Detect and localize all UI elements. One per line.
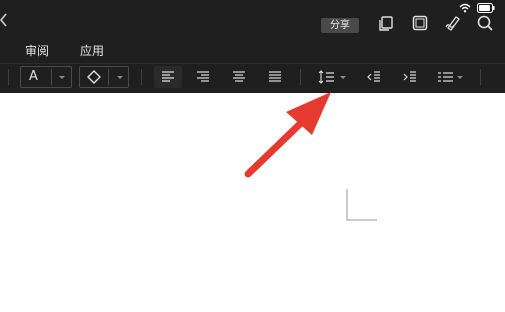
- line-spacing-icon: [318, 70, 334, 84]
- fill-color-dropdown[interactable]: [79, 66, 129, 88]
- align-left-icon[interactable]: [160, 66, 176, 88]
- decrease-indent-icon[interactable]: [366, 66, 382, 88]
- chevron-down-icon: [117, 76, 123, 79]
- justify-icon[interactable]: [267, 66, 283, 88]
- frame-icon[interactable]: [411, 14, 429, 32]
- back-chevron-icon[interactable]: [0, 12, 8, 28]
- toolbar-separator: [480, 69, 481, 85]
- toolbar-separator: [141, 69, 142, 85]
- align-right-icon[interactable]: [195, 66, 211, 88]
- font-color-dropdown[interactable]: A: [20, 66, 72, 88]
- dropdown-divider: [108, 69, 109, 85]
- list-style-dropdown[interactable]: [437, 66, 465, 88]
- top-toolbar: 分享 审阅 应用 A: [0, 0, 505, 93]
- page-corner-marker: [346, 189, 377, 221]
- battery-icon: [477, 3, 495, 13]
- increase-indent-icon[interactable]: [402, 66, 418, 88]
- search-icon[interactable]: [476, 14, 494, 32]
- toolbar-separator: [8, 69, 9, 85]
- chevron-down-icon: [59, 76, 65, 79]
- share-button[interactable]: 分享: [321, 18, 359, 33]
- pen-icon[interactable]: [444, 14, 462, 32]
- wifi-icon: [459, 3, 471, 13]
- toolbar-separator: [300, 69, 301, 85]
- tab-review[interactable]: 审阅: [25, 42, 49, 59]
- font-color-glyph: A: [29, 69, 38, 84]
- fill-bucket-icon: [87, 70, 101, 84]
- align-center-icon[interactable]: [231, 66, 247, 88]
- line-spacing-dropdown[interactable]: [318, 66, 348, 88]
- copy-icon[interactable]: [377, 14, 395, 32]
- tab-apps[interactable]: 应用: [80, 42, 104, 59]
- status-bar: [459, 2, 495, 14]
- toolbar-divider: [0, 63, 505, 64]
- chevron-down-icon: [457, 76, 463, 79]
- chevron-down-icon: [340, 76, 346, 79]
- list-icon: [438, 72, 453, 82]
- dropdown-divider: [51, 69, 52, 85]
